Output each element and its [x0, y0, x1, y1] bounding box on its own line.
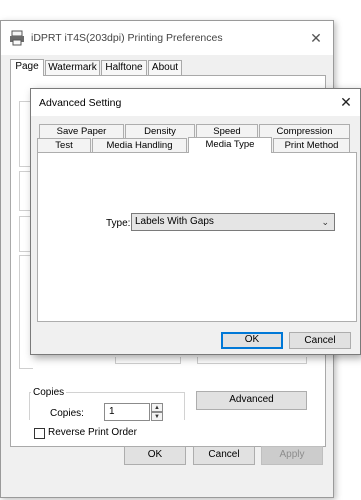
- window-title: iDPRT iT4S(203dpi) Printing Preferences: [31, 32, 223, 44]
- type-label: Type:: [106, 218, 131, 229]
- tab-save-paper[interactable]: Save Paper: [39, 124, 124, 138]
- tab-media-type[interactable]: Media Type: [188, 137, 272, 153]
- chevron-down-icon: ⌄: [321, 217, 329, 227]
- dialog-ok-button[interactable]: OK: [221, 332, 283, 349]
- tab-density[interactable]: Density: [125, 124, 195, 138]
- close-icon[interactable]: ✕: [337, 93, 355, 111]
- copies-group-title: Copies: [31, 387, 67, 398]
- group-box-edge: [115, 357, 181, 364]
- copies-label: Copies:: [50, 408, 84, 419]
- main-ok-button[interactable]: OK: [124, 446, 186, 465]
- media-type-select[interactable]: Labels With Gaps ⌄: [131, 213, 335, 231]
- advanced-button[interactable]: Advanced: [196, 391, 307, 410]
- tab-halftone[interactable]: Halftone: [101, 60, 147, 76]
- reverse-print-order-checkbox[interactable]: [34, 428, 45, 439]
- tab-test[interactable]: Test: [37, 138, 91, 152]
- main-title-bar: iDPRT iT4S(203dpi) Printing Preferences …: [1, 21, 333, 55]
- media-type-select-value: Labels With Gaps: [135, 216, 214, 227]
- tab-print-method[interactable]: Print Method: [273, 138, 350, 152]
- tab-compression[interactable]: Compression: [259, 124, 350, 138]
- advanced-setting-dialog: Advanced Setting ✕ Save Paper Density Sp…: [30, 88, 361, 355]
- apply-button[interactable]: Apply: [261, 446, 323, 465]
- spin-down-icon[interactable]: ▼: [151, 412, 163, 421]
- copies-input[interactable]: 1: [104, 403, 150, 421]
- spin-up-icon[interactable]: ▲: [151, 403, 163, 412]
- dialog-cancel-button[interactable]: Cancel: [289, 332, 351, 349]
- media-type-panel: [37, 152, 357, 322]
- tab-page[interactable]: Page: [10, 59, 44, 76]
- advanced-title-bar: Advanced Setting ✕: [31, 89, 360, 116]
- printer-icon: [10, 30, 24, 46]
- reverse-print-order-label: Reverse Print Order: [48, 427, 137, 438]
- tab-watermark[interactable]: Watermark: [45, 60, 100, 76]
- group-box-edge: [197, 357, 307, 364]
- tab-speed[interactable]: Speed: [196, 124, 258, 138]
- main-cancel-button[interactable]: Cancel: [193, 446, 255, 465]
- tab-media-handling[interactable]: Media Handling: [92, 138, 187, 152]
- dialog-title: Advanced Setting: [39, 97, 122, 109]
- close-icon[interactable]: ✕: [307, 29, 325, 47]
- tab-about[interactable]: About: [148, 60, 182, 76]
